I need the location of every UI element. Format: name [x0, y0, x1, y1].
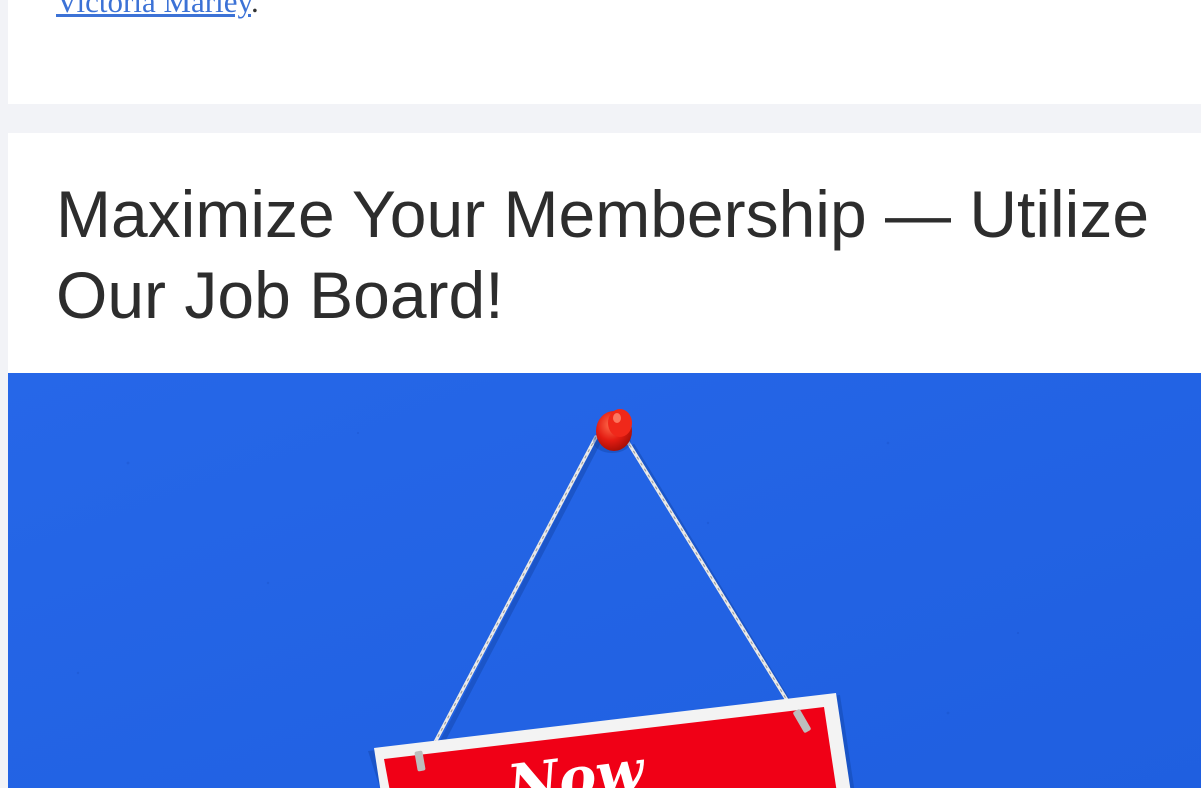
author-link[interactable]: Victoria Marley: [56, 0, 251, 19]
email-body: Victoria Marley. Maximize Your Membershi…: [0, 0, 1201, 788]
job-board-card: Maximize Your Membership — Utilize Our J…: [8, 133, 1201, 788]
trailing-punctuation: .: [250, 0, 259, 19]
byline-text: Victoria Marley.: [56, 0, 259, 22]
hanging-sign-image: Now: [8, 373, 1201, 788]
previous-content-card: Victoria Marley.: [8, 0, 1201, 104]
hero-image[interactable]: Now: [8, 373, 1201, 788]
section-title: Maximize Your Membership — Utilize Our J…: [56, 177, 1150, 332]
